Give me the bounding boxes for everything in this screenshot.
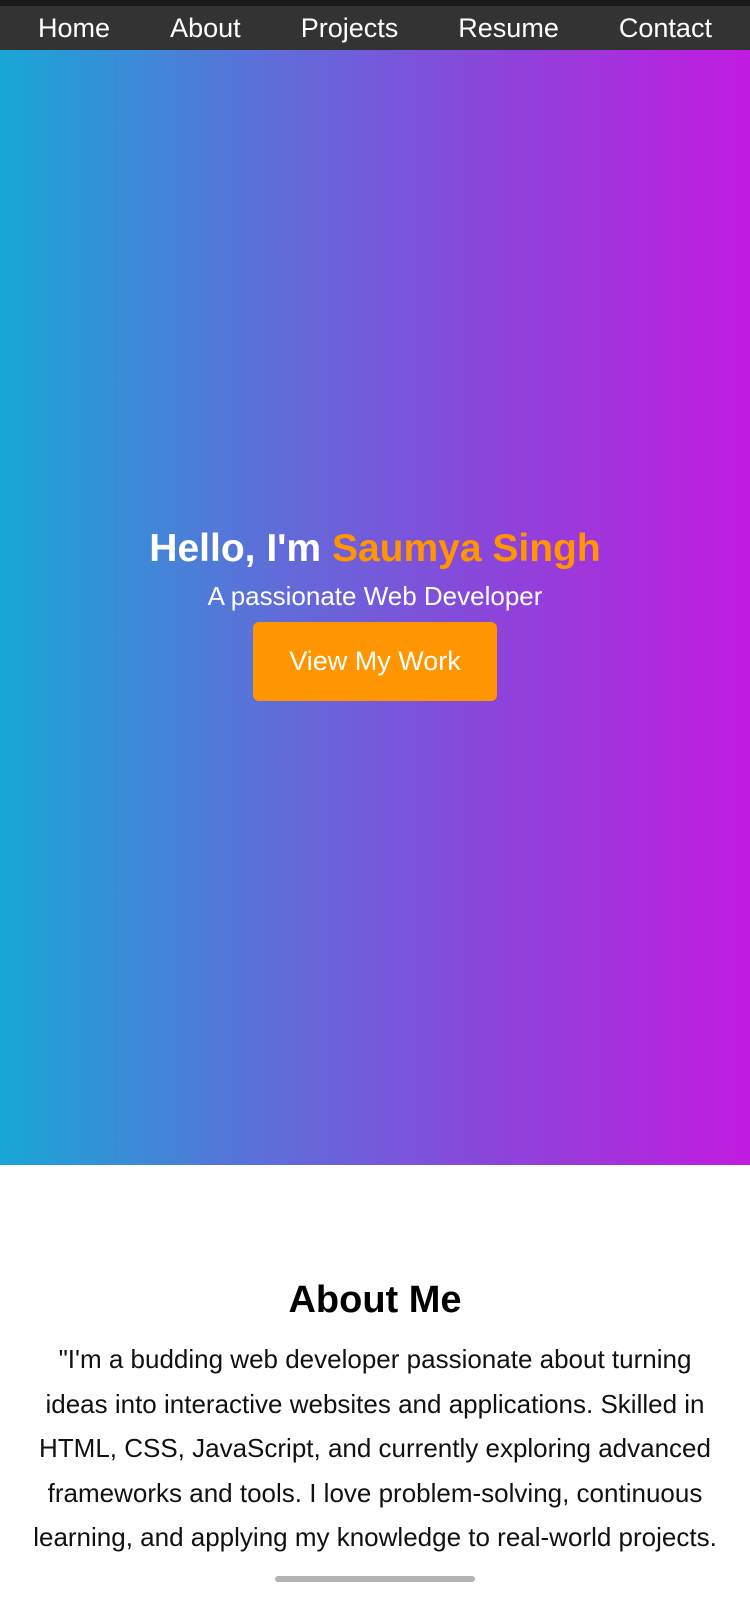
nav-link-resume[interactable]: Resume (458, 6, 559, 50)
hero-title: Hello, I'm Saumya Singh (0, 522, 750, 576)
navbar: Home About Projects Resume Contact (0, 6, 750, 50)
nav-link-about[interactable]: About (170, 6, 241, 50)
nav-link-contact[interactable]: Contact (619, 6, 712, 50)
page: Home About Projects Resume Contact Hello… (0, 0, 750, 1600)
hero-name: Saumya Singh (331, 527, 601, 570)
about-section: About Me "I'm a budding web developer pa… (0, 1165, 750, 1600)
about-text: "I'm a budding web developer passionate … (33, 1344, 717, 1552)
view-my-work-button[interactable]: View My Work (253, 622, 497, 701)
nav-link-home[interactable]: Home (38, 6, 110, 50)
nav-link-projects[interactable]: Projects (301, 6, 399, 50)
hero-content: Hello, I'm Saumya Singh A passionate Web… (0, 522, 750, 701)
hero-subtitle: A passionate Web Developer (207, 581, 543, 611)
home-indicator[interactable] (275, 1576, 475, 1582)
about-heading: About Me (288, 1279, 462, 1321)
hero-section: Hello, I'm Saumya Singh A passionate Web… (0, 50, 750, 1165)
hero-greeting: Hello, I'm (149, 527, 332, 570)
